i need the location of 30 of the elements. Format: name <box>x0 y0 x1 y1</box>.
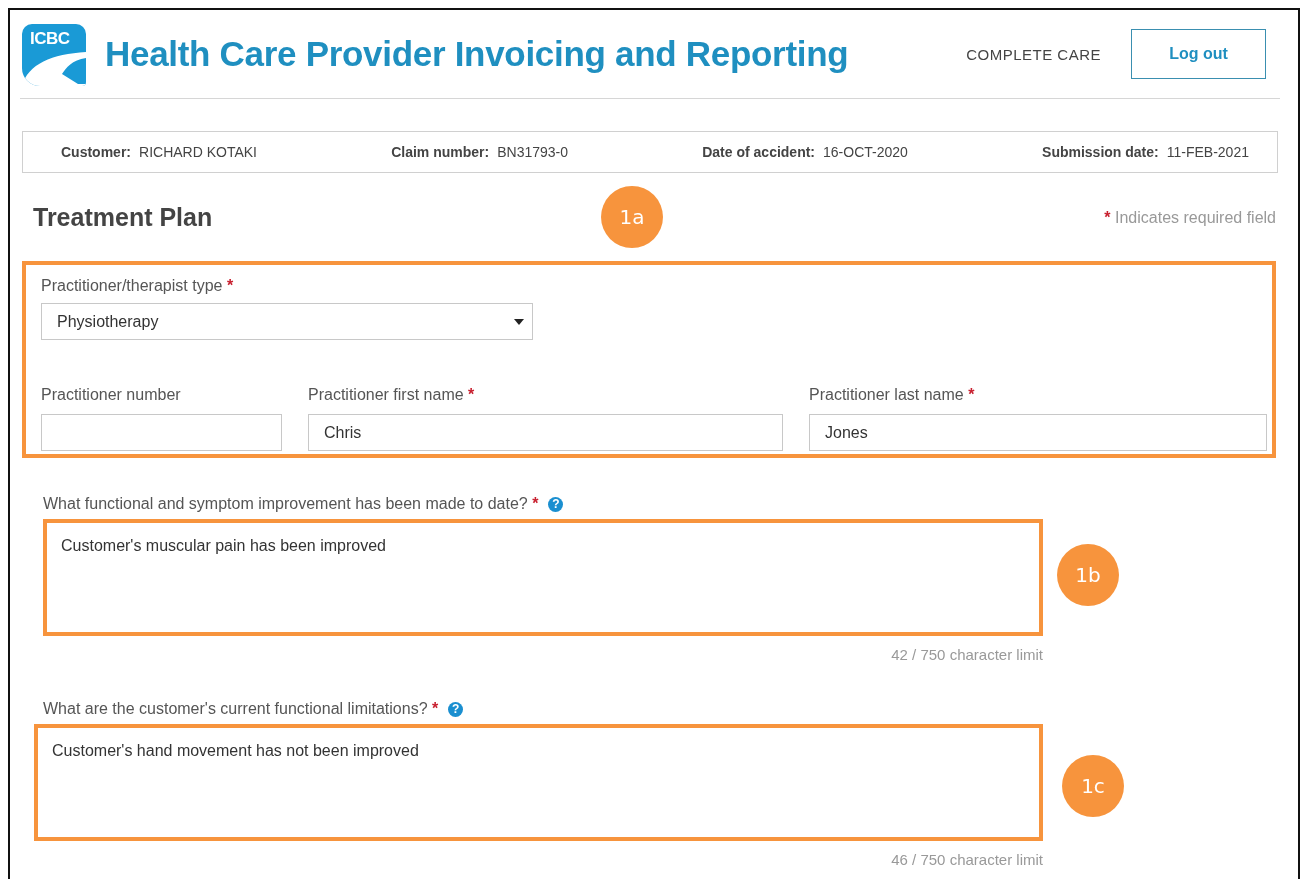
field-label: What functional and symptom improvement has been made to date? * <box>43 495 539 513</box>
text-field[interactable]: Chris <box>308 414 783 451</box>
field-label: Practitioner/therapist type * <box>41 277 234 294</box>
claim-info-item: Customer: RICHARD KOTAKI <box>61 144 257 160</box>
answer-field[interactable]: Customer's hand movement has not been improved <box>38 728 1039 837</box>
annotation-marker: 1b <box>1057 544 1119 606</box>
logo: ICBC <box>22 24 86 86</box>
logout-button[interactable]: Log out <box>1131 29 1266 79</box>
type-dropdown[interactable]: Physiotherapy <box>41 303 533 340</box>
help-icon[interactable]: ? <box>448 701 464 717</box>
text-field[interactable] <box>41 414 282 451</box>
character-counter: 42 / 750 character limit <box>890 646 1043 663</box>
page-heading: Treatment Plan <box>33 203 213 232</box>
claim-info-item: Claim number: BN31793-0 <box>391 144 569 160</box>
character-counter: 46 / 750 character limit <box>890 851 1043 868</box>
caret-icon <box>514 318 524 325</box>
field-label: Practitioner first name * <box>308 386 476 404</box>
field-label: Practitioner number <box>41 386 182 404</box>
text-field[interactable]: Jones <box>809 414 1267 451</box>
claim-info-item: Submission date: 11-FEB-2021 <box>1042 144 1249 160</box>
annotation-marker: 1c <box>1062 755 1124 817</box>
annotation-marker: 1a <box>601 186 663 248</box>
app-title: Health Care Provider Invoicing and Reporting <box>105 34 849 74</box>
required-note: * Indicates required field <box>1104 208 1276 227</box>
help-icon[interactable]: ? <box>548 496 564 512</box>
field-label: Practitioner last name * <box>809 386 976 404</box>
answer-field[interactable]: Customer's muscular pain has been improved <box>47 523 1039 632</box>
field-label: What are the customer's current functional limitations? * <box>43 700 439 718</box>
account-name: COMPLETE CARE <box>966 45 1101 63</box>
claim-info-item: Date of accident: 16-OCT-2020 <box>702 144 908 160</box>
